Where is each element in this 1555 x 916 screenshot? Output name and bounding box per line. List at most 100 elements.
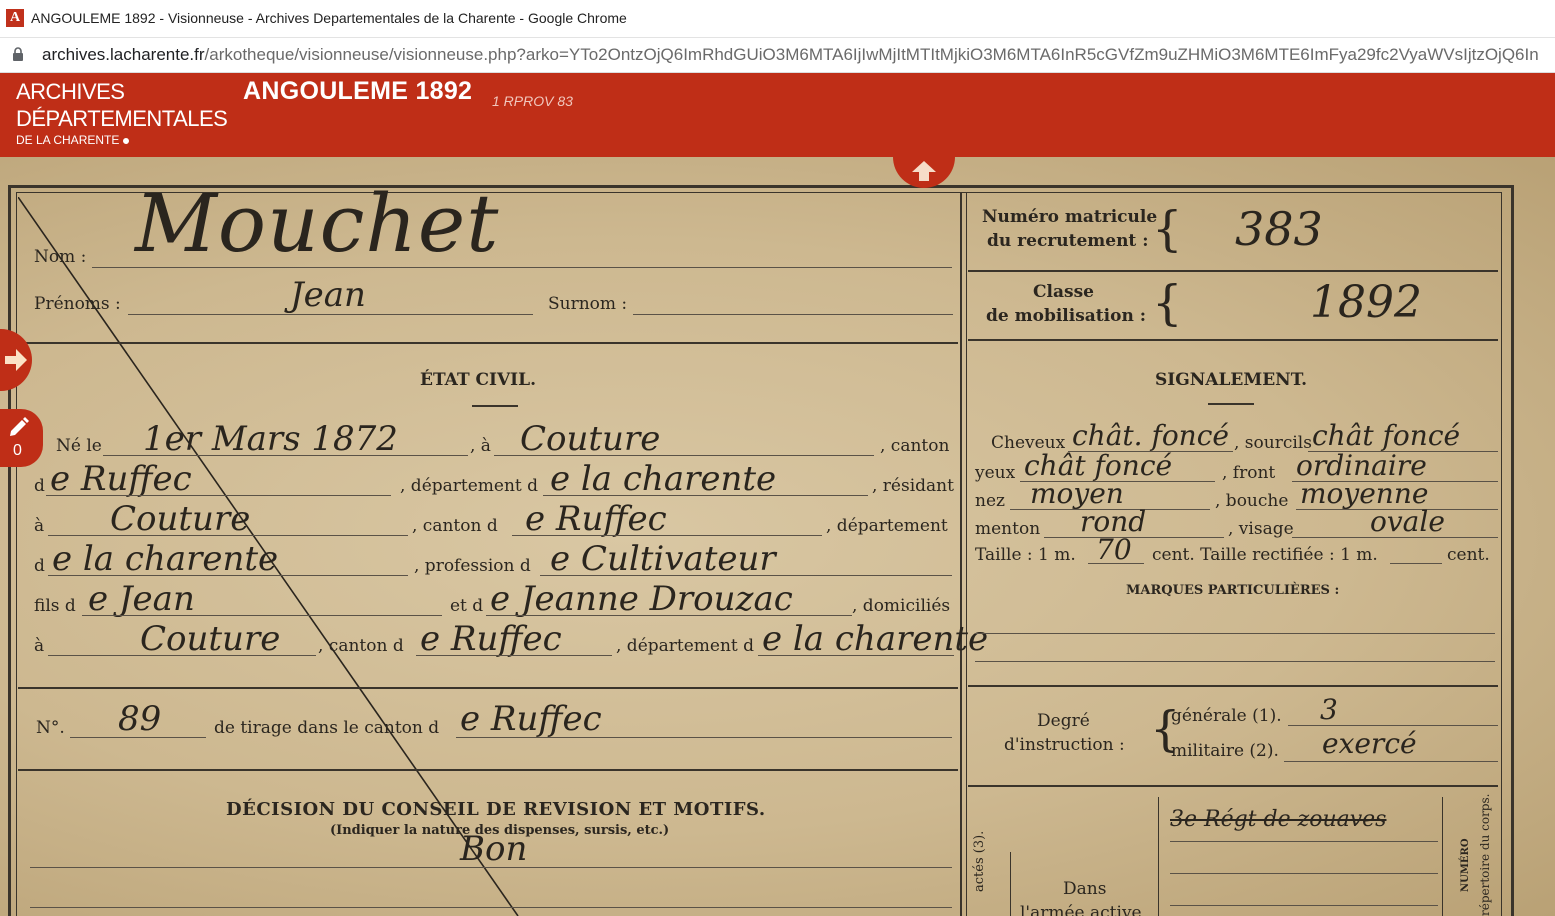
label-armee-active: l'armée active	[1020, 903, 1142, 916]
hw-militaire: exercé	[1322, 727, 1417, 760]
rule-r4	[968, 785, 1498, 787]
browser-titlebar: A ANGOULEME 1892 - Visionneuse - Archive…	[0, 0, 1555, 38]
line-dep-dom	[758, 655, 954, 656]
label-classe: Classe	[1033, 282, 1094, 302]
rule-r3	[968, 685, 1498, 687]
label-a-3: à	[34, 636, 45, 656]
line-taille	[1088, 563, 1144, 564]
label-profession-d: , profession d	[414, 556, 531, 576]
address-bar[interactable]: archives.lacharente.fr/arkotheque/vision…	[0, 38, 1555, 73]
hw-departement-naissance: e la charente	[550, 459, 777, 499]
line-nom	[92, 267, 952, 268]
url-host: archives.lacharente.fr	[42, 45, 205, 64]
label-residant: , résidant	[872, 476, 954, 496]
rule-2	[18, 687, 958, 689]
label-canton-d-2: , canton d	[318, 636, 404, 656]
brace-matricule: {	[1152, 201, 1183, 257]
line-canton-res	[512, 535, 822, 536]
hw-domicile: Couture	[140, 619, 281, 659]
line-prenoms	[128, 314, 533, 315]
hw-numero-tirage: 89	[118, 699, 162, 739]
line-canton-dom	[416, 655, 612, 656]
url-text[interactable]: archives.lacharente.fr/arkotheque/vision…	[42, 45, 1539, 65]
annotation-count: 0	[13, 442, 22, 459]
line-marques-1	[975, 633, 1495, 634]
hw-sourcils: chât foncé	[1312, 419, 1461, 452]
line-ne-le	[103, 455, 468, 456]
hw-canton-tirage: e Ruffec	[460, 699, 602, 739]
line-decision-1	[30, 867, 952, 868]
pencil-icon	[10, 417, 29, 436]
label-matricule-2: du recrutement :	[987, 231, 1149, 251]
label-repertoire: répertoire du corps.	[1478, 793, 1492, 916]
line-domicile	[48, 655, 316, 656]
brace-classe: {	[1152, 275, 1183, 331]
lock-icon	[13, 47, 23, 61]
label-d-2: d	[34, 556, 45, 576]
line-res	[48, 535, 408, 536]
line-menton	[1044, 537, 1224, 538]
line-militaire	[1284, 761, 1498, 762]
hw-mere: e Jeanne Drouzac	[490, 579, 793, 619]
line-pere	[82, 615, 442, 616]
line-corps-2	[1170, 873, 1438, 874]
line-corps-1	[1170, 841, 1438, 842]
label-canton-1: , canton	[880, 436, 950, 456]
line-canton-tirage	[456, 737, 952, 738]
hw-date-naissance: 1er Mars 1872	[143, 419, 398, 459]
label-taille-rectifiee: cent. Taille rectifiée : 1 m.	[1152, 545, 1378, 565]
hw-lieu-naissance: Couture	[520, 419, 661, 459]
hw-visage: ovale	[1370, 505, 1445, 538]
label-et-d: et d	[450, 596, 484, 616]
hw-cheveux: chât. foncé	[1072, 419, 1229, 452]
sub-divider-2	[1158, 797, 1159, 916]
image-viewer[interactable]: Mouchet Nom : Prénoms : Jean Surnom : ÉT…	[0, 157, 1555, 916]
logo-line-3: DE LA CHARENTE	[16, 133, 120, 147]
annotation-button[interactable]: 0	[0, 409, 43, 467]
hw-pere: e Jean	[88, 579, 195, 619]
hw-generale: 3	[1320, 693, 1338, 726]
line-taille-rect	[1390, 563, 1442, 564]
rule-r1	[968, 270, 1498, 272]
hw-regiment: 3e Régt de zouaves	[1170, 807, 1387, 832]
label-a-1: , à	[470, 436, 491, 456]
url-path: /arkotheque/visionneuse/visionneuse.php?…	[204, 45, 1539, 64]
hw-taille: 70	[1096, 533, 1132, 566]
label-militaire: militaire (2).	[1171, 741, 1279, 761]
line-generale	[1288, 725, 1498, 726]
hw-classe: 1892	[1310, 277, 1422, 328]
line-lieu	[494, 455, 874, 456]
label-tirage: de tirage dans le canton d	[214, 718, 440, 738]
hw-departement-residence: e la charente	[52, 539, 279, 579]
heading-signalement: SIGNALEMENT.	[1155, 370, 1308, 390]
line-corps-3	[1170, 905, 1438, 906]
label-front: , front	[1222, 463, 1276, 483]
label-degre: Degré	[1037, 711, 1090, 731]
hw-canton-residence: e Ruffec	[525, 499, 667, 539]
line-numero	[70, 737, 206, 738]
logo-line-1: ARCHIVES	[16, 79, 125, 104]
heading-etat-civil: ÉTAT CIVIL.	[420, 370, 537, 390]
label-classe-2: de mobilisation :	[986, 306, 1146, 326]
sub-divider-1	[1010, 852, 1011, 916]
arrow-up-icon	[912, 161, 936, 181]
hw-departement-domicile: e la charente	[762, 619, 989, 659]
label-surnom: Surnom :	[548, 294, 628, 314]
column-divider	[960, 192, 962, 916]
label-instruction: d'instruction :	[1004, 735, 1125, 755]
label-cent: cent.	[1447, 545, 1490, 565]
label-departement-d-2: , département d	[616, 636, 755, 656]
line-decision-2	[30, 907, 952, 908]
document-title: ANGOULEME 1892	[243, 77, 473, 105]
sub-divider-3	[1442, 797, 1443, 916]
label-nez: nez	[975, 491, 1005, 511]
line-dep-n	[543, 495, 868, 496]
label-departement: , département	[826, 516, 948, 536]
line-visage	[1292, 537, 1498, 538]
archives-logo[interactable]: ARCHIVES DÉPARTEMENTALES DE LA CHARENTE	[16, 78, 228, 148]
hw-residence: Couture	[110, 499, 251, 539]
line-canton-n	[46, 495, 391, 496]
column-divider-2	[966, 192, 967, 916]
label-canton-d: , canton d	[412, 516, 498, 536]
label-fils-d: fils d	[34, 596, 76, 616]
